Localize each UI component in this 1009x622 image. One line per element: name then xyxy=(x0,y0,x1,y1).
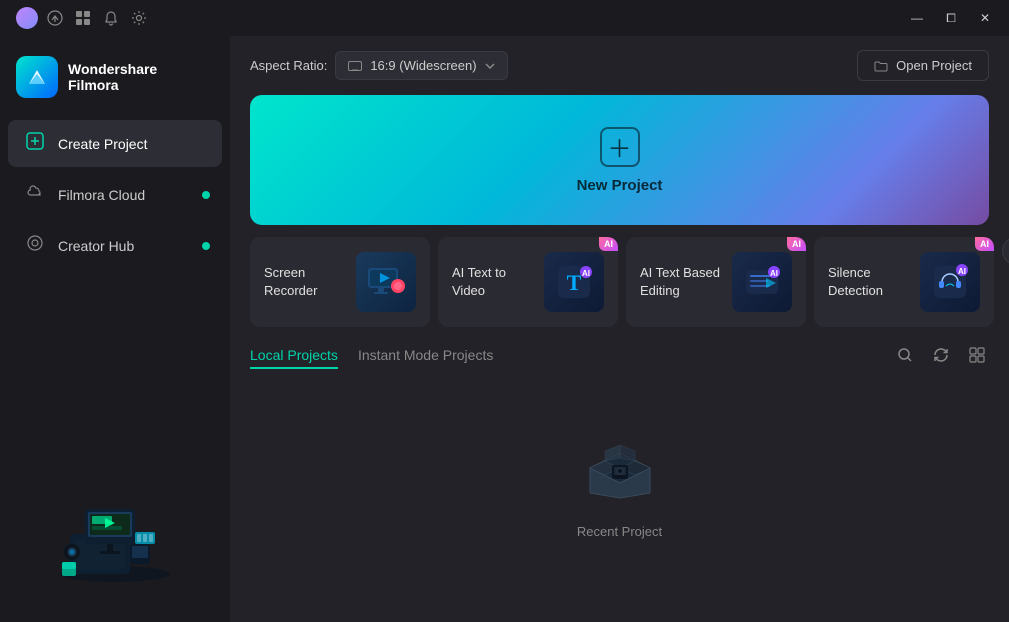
logo-brand: Wondershare xyxy=(68,61,157,77)
logo: Wondershare Filmora xyxy=(0,48,230,118)
minimize-button[interactable]: — xyxy=(901,4,933,32)
close-button[interactable]: ✕ xyxy=(969,4,1001,32)
main-layout: Wondershare Filmora Create Project Filmo… xyxy=(0,36,1009,622)
svg-text:AI: AI xyxy=(582,269,590,278)
new-project-label: New Project xyxy=(577,177,663,194)
empty-state-label: Recent Project xyxy=(577,524,662,539)
tab-instant-mode-projects[interactable]: Instant Mode Projects xyxy=(358,347,493,369)
new-project-plus-icon: ＋ xyxy=(600,127,640,167)
silence-detection-card[interactable]: Silence Detection AI AI xyxy=(814,237,994,327)
search-button[interactable] xyxy=(893,343,917,372)
empty-box-icon xyxy=(570,423,670,508)
feature-cards-row: Screen Recorder AI Text to Video xyxy=(230,225,1009,339)
ai-text-based-editing-badge: AI xyxy=(787,237,806,251)
scroll-right-button[interactable]: › xyxy=(1002,237,1009,265)
grid-view-button[interactable] xyxy=(965,343,989,372)
content-area: Aspect Ratio: 16:9 (Widescreen) Open P xyxy=(230,36,1009,622)
maximize-button[interactable]: ⧠ xyxy=(935,4,967,32)
upload-icon[interactable] xyxy=(44,7,66,29)
sidebar-item-filmora-cloud[interactable]: Filmora Cloud xyxy=(8,171,222,218)
silence-detection-icon: AI xyxy=(920,252,980,312)
open-project-label: Open Project xyxy=(896,58,972,73)
titlebar-icons xyxy=(16,7,150,29)
svg-text:T: T xyxy=(567,270,582,295)
creator-hub-icon xyxy=(24,234,46,257)
logo-text: Wondershare Filmora xyxy=(68,61,157,93)
filmora-cloud-icon xyxy=(24,183,46,206)
aspect-ratio-value: 16:9 (Widescreen) xyxy=(370,58,476,73)
bell-icon[interactable] xyxy=(100,7,122,29)
projects-tabs: Local Projects Instant Mode Projects xyxy=(230,339,1009,380)
sidebar-item-creator-hub[interactable]: Creator Hub xyxy=(8,222,222,269)
sidebar: Wondershare Filmora Create Project Filmo… xyxy=(0,36,230,622)
silence-detection-label: Silence Detection xyxy=(828,264,918,300)
titlebar-buttons: — ⧠ ✕ xyxy=(901,4,1001,32)
ai-text-to-video-card[interactable]: AI Text to Video T AI AI xyxy=(438,237,618,327)
create-project-label: Create Project xyxy=(58,136,147,152)
open-project-button[interactable]: Open Project xyxy=(857,50,989,81)
ai-text-to-video-label: AI Text to Video xyxy=(452,264,542,300)
aspect-ratio-dropdown[interactable]: 16:9 (Widescreen) xyxy=(335,51,507,80)
grid-icon[interactable] xyxy=(72,7,94,29)
creator-hub-notification-dot xyxy=(202,242,210,250)
svg-text:AI: AI xyxy=(958,267,966,276)
filmora-cloud-label: Filmora Cloud xyxy=(58,187,145,203)
screen-recorder-icon xyxy=(356,252,416,312)
aspect-ratio-label: Aspect Ratio: xyxy=(250,58,327,73)
monitor-icon xyxy=(348,61,362,71)
logo-product: Filmora xyxy=(68,77,157,93)
sidebar-item-create-project[interactable]: Create Project xyxy=(8,120,222,167)
logo-icon xyxy=(16,56,58,98)
tab-local-projects[interactable]: Local Projects xyxy=(250,347,338,369)
new-project-banner[interactable]: ＋ New Project xyxy=(250,95,989,225)
titlebar: — ⧠ ✕ xyxy=(0,0,1009,36)
folder-icon xyxy=(874,60,888,72)
creator-hub-label: Creator Hub xyxy=(58,238,134,254)
ai-text-based-editing-icon: AI xyxy=(732,252,792,312)
empty-state: Recent Project xyxy=(230,380,1009,622)
svg-text:AI: AI xyxy=(770,269,778,278)
tabs-list: Local Projects Instant Mode Projects xyxy=(250,347,493,369)
ai-text-based-editing-label: AI Text Based Editing xyxy=(640,264,730,300)
sidebar-illustration xyxy=(0,458,230,610)
filmora-cloud-notification-dot xyxy=(202,191,210,199)
ai-text-to-video-badge: AI xyxy=(599,237,618,251)
ai-text-based-editing-card[interactable]: AI Text Based Editing AI AI xyxy=(626,237,806,327)
refresh-button[interactable] xyxy=(929,343,953,372)
create-project-icon xyxy=(24,132,46,155)
tabs-actions xyxy=(893,343,989,372)
aspect-ratio-selector: Aspect Ratio: 16:9 (Widescreen) xyxy=(250,51,508,80)
screen-recorder-label: Screen Recorder xyxy=(264,264,354,300)
chevron-down-icon xyxy=(485,63,495,69)
silence-detection-badge: AI xyxy=(975,237,994,251)
ai-text-to-video-icon: T AI xyxy=(544,252,604,312)
topbar: Aspect Ratio: 16:9 (Widescreen) Open P xyxy=(230,36,1009,95)
screen-recorder-card[interactable]: Screen Recorder xyxy=(250,237,430,327)
avatar-icon[interactable] xyxy=(16,7,38,29)
settings-icon[interactable] xyxy=(128,7,150,29)
